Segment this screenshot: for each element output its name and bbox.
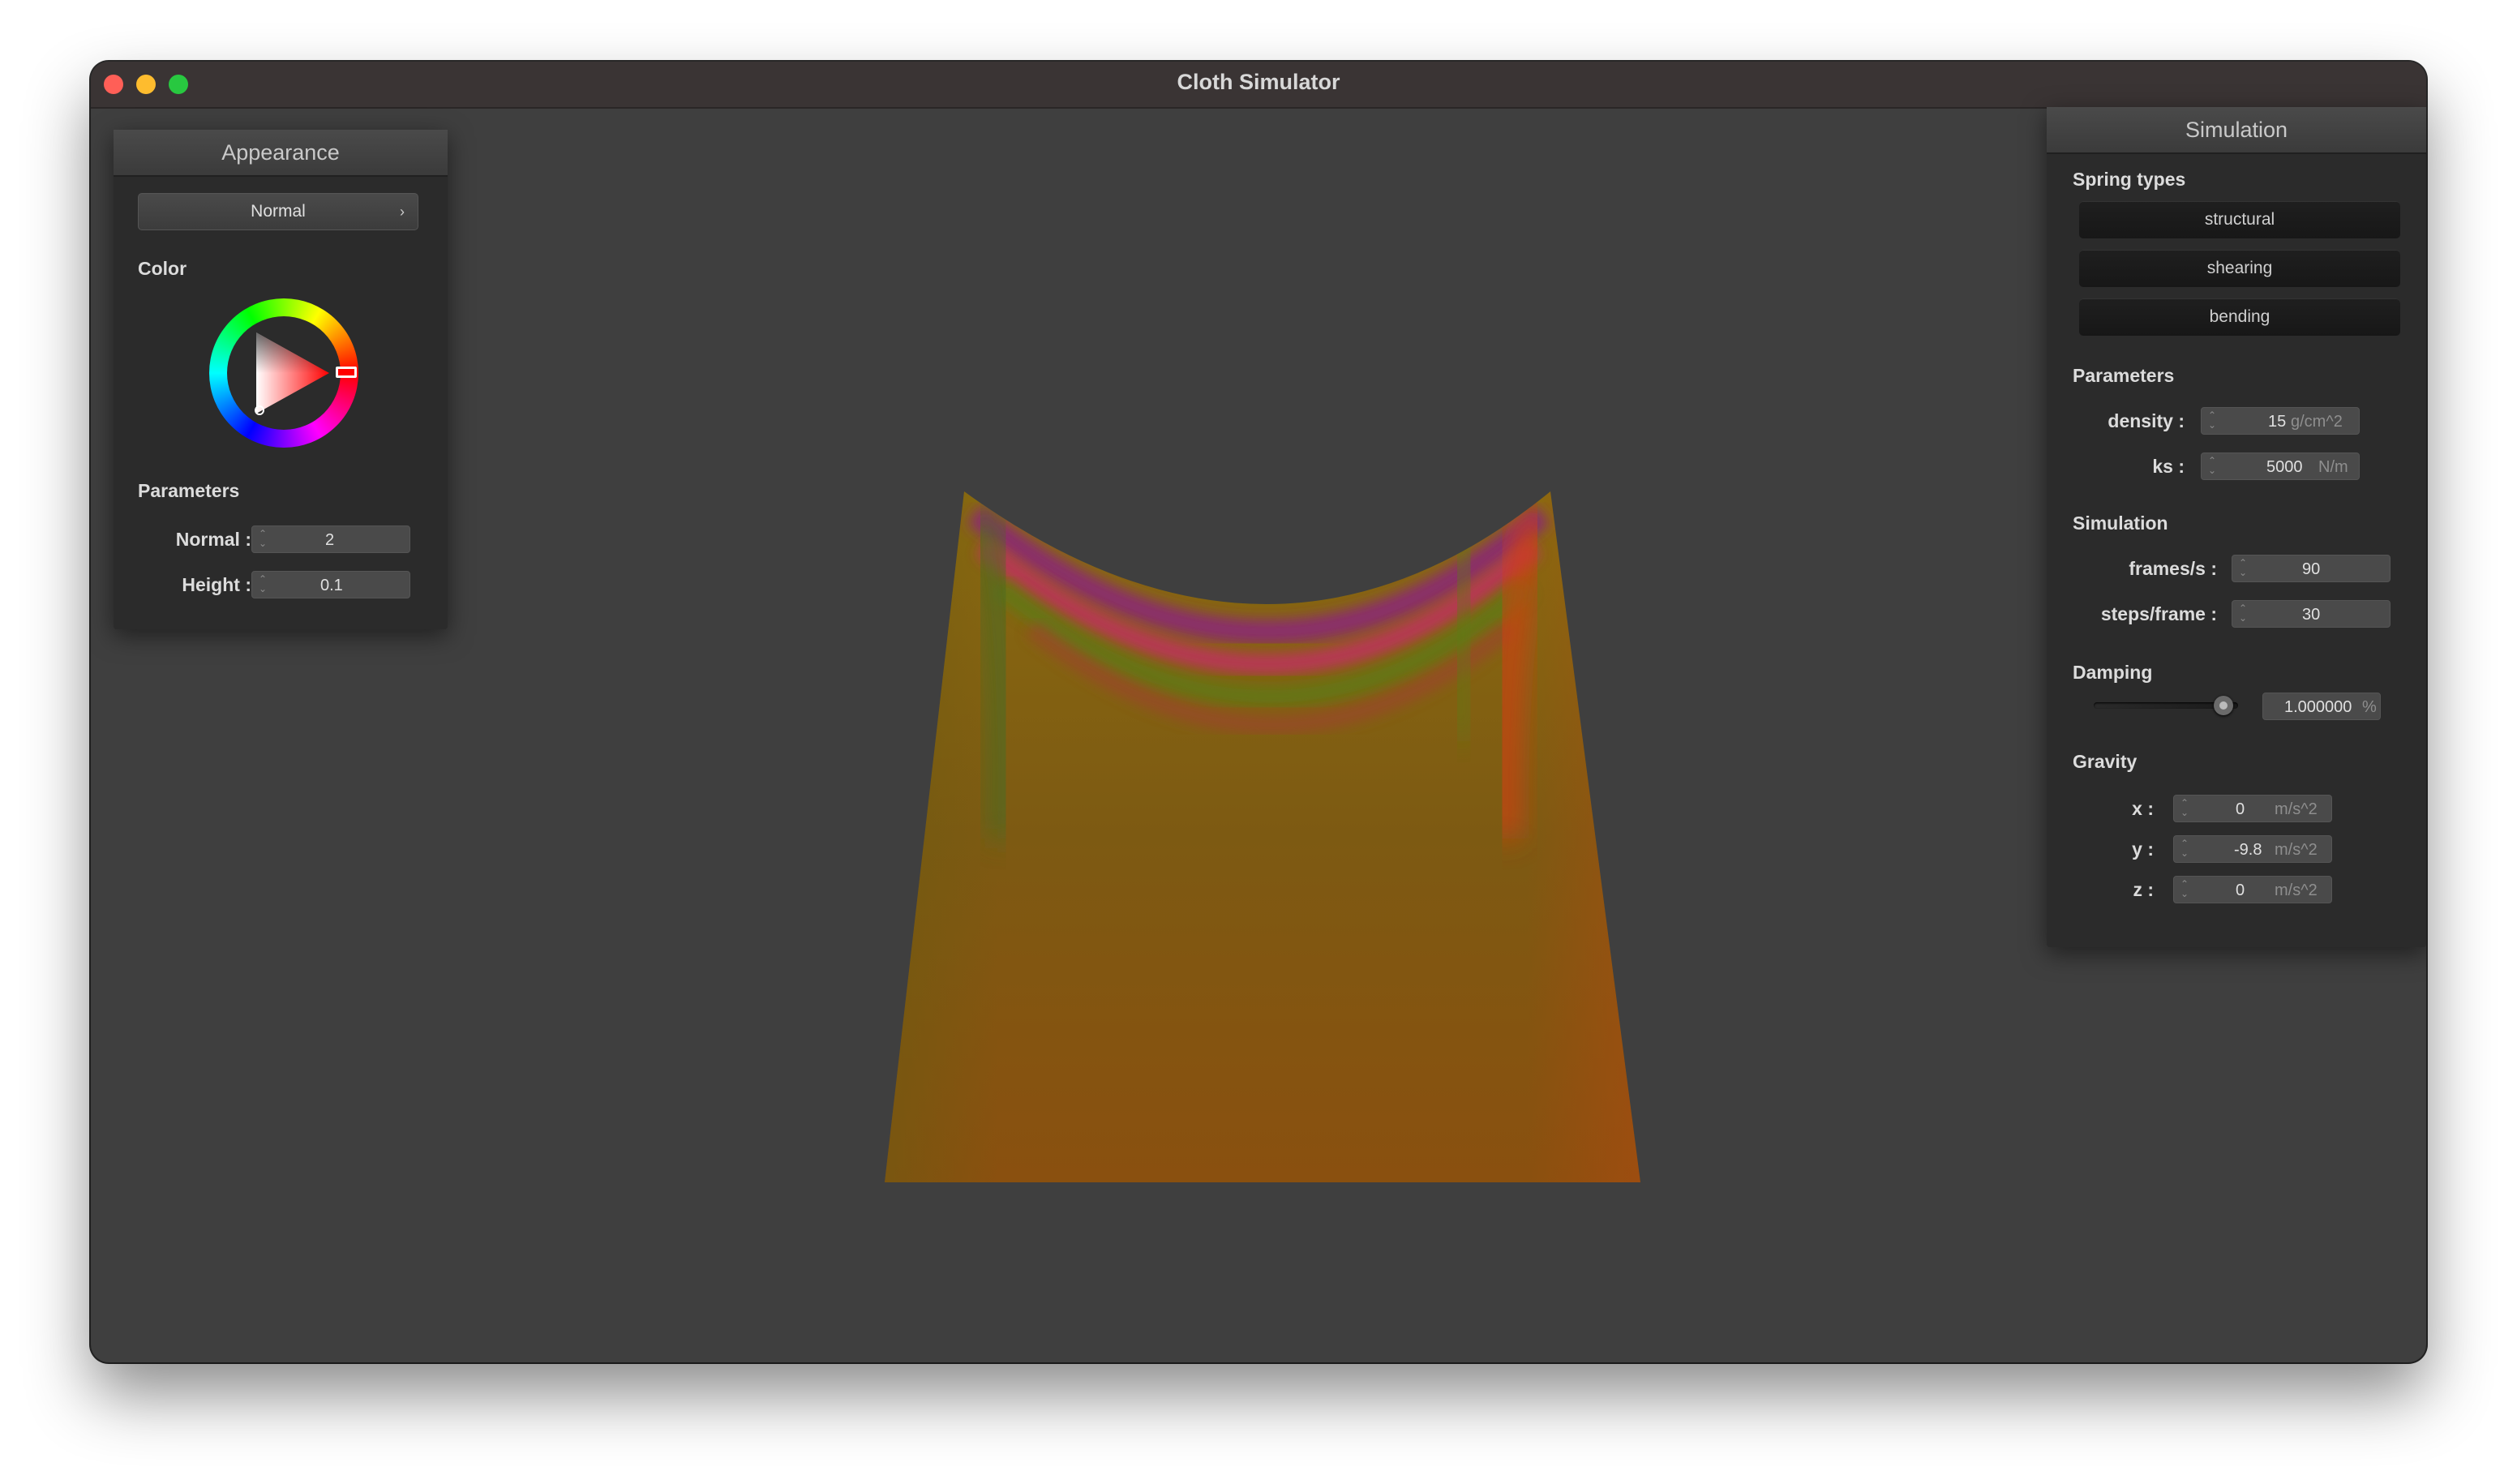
height-label: Height : (182, 574, 251, 595)
gravity-z-input[interactable]: ⌃ ⌄ 0 m/s^2 (2173, 876, 2332, 903)
gravity-x-label: x : (2132, 798, 2154, 819)
ks-unit: N/m (2318, 458, 2348, 476)
hue-handle[interactable] (336, 367, 357, 378)
ks-label: ks : (2152, 456, 2185, 477)
stepper-icon[interactable]: ⌃ ⌄ (2179, 879, 2190, 900)
color-label: Color (138, 258, 187, 279)
spring-types-label: Spring types (2073, 169, 2186, 190)
sim-parameters-label: Parameters (2073, 365, 2175, 386)
gravity-y-unit: m/s^2 (2275, 841, 2318, 859)
title-bar: Cloth Simulator (91, 62, 2426, 109)
gravity-x-unit: m/s^2 (2275, 800, 2318, 818)
simulation-header[interactable]: Simulation (2047, 107, 2426, 154)
steps-label: steps/frame : (2100, 603, 2217, 624)
shearing-button[interactable]: shearing (2079, 250, 2400, 287)
damping-value: 1.000000 (2284, 698, 2352, 716)
shader-select[interactable]: Normal › (138, 193, 418, 230)
appearance-parameters-label: Parameters (138, 480, 240, 501)
stepper-icon[interactable]: ⌃ ⌄ (2206, 410, 2218, 431)
stepper-icon[interactable]: ⌃ ⌄ (257, 574, 268, 595)
gravity-z-label: z : (2133, 879, 2154, 900)
fps-value: 90 (2302, 560, 2321, 578)
simulation-section-label: Simulation (2073, 513, 2168, 534)
window-title: Cloth Simulator (1177, 70, 1340, 94)
ks-value: 5000 (2266, 458, 2303, 476)
gravity-y-value: -9.8 (2234, 841, 2262, 859)
chevron-right-icon: › (400, 204, 405, 220)
stepper-icon[interactable]: ⌃ ⌄ (2179, 798, 2190, 819)
damping-unit: % (2362, 698, 2377, 716)
stepper-icon[interactable]: ⌃ ⌄ (257, 529, 268, 550)
ks-input[interactable]: ⌃ ⌄ 5000 N/m (2201, 452, 2360, 480)
render-viewport[interactable]: Appearance Normal › Color Parameters Nor… (91, 107, 2426, 1362)
density-value: 15 (2268, 413, 2287, 431)
density-unit: g/cm^2 (2291, 413, 2343, 431)
gravity-y-label: y : (2132, 839, 2154, 860)
app-window: Cloth Simulator Appearance Normal › Colo… (91, 62, 2426, 1362)
normal-value: 2 (325, 531, 335, 549)
gravity-y-input[interactable]: ⌃ ⌄ -9.8 m/s^2 (2173, 835, 2332, 863)
gravity-z-unit: m/s^2 (2275, 881, 2318, 899)
appearance-panel: Appearance Normal › Color Parameters Nor… (114, 130, 448, 629)
shader-select-value: Normal (251, 202, 306, 221)
steps-value: 30 (2302, 606, 2321, 624)
gravity-x-value: 0 (2236, 800, 2245, 818)
height-value: 0.1 (320, 577, 343, 594)
simulation-panel: Simulation Spring types structural shear… (2047, 107, 2426, 947)
color-wheel[interactable] (209, 298, 358, 448)
fps-label: frames/s : (2129, 558, 2217, 579)
fps-input[interactable]: ⌃ ⌄ 90 (2232, 555, 2391, 582)
normal-input[interactable]: ⌃ ⌄ 2 (251, 525, 410, 553)
steps-input[interactable]: ⌃ ⌄ 30 (2232, 600, 2391, 628)
stepper-icon[interactable]: ⌃ ⌄ (2206, 456, 2218, 477)
bending-button[interactable]: bending (2079, 298, 2400, 336)
structural-button[interactable]: structural (2079, 201, 2400, 238)
density-label: density : (2108, 410, 2185, 431)
appearance-header[interactable]: Appearance (114, 130, 448, 177)
gravity-x-input[interactable]: ⌃ ⌄ 0 m/s^2 (2173, 795, 2332, 822)
damping-slider[interactable] (2094, 696, 2238, 715)
normal-label: Normal : (175, 529, 251, 550)
stepper-icon[interactable]: ⌃ ⌄ (2237, 603, 2249, 624)
damping-label: Damping (2073, 662, 2153, 683)
height-input[interactable]: ⌃ ⌄ 0.1 (251, 571, 410, 598)
damping-slider-knob[interactable] (2214, 696, 2234, 715)
stepper-icon[interactable]: ⌃ ⌄ (2179, 839, 2190, 860)
gravity-z-value: 0 (2236, 881, 2245, 899)
damping-input[interactable]: 1.000000 % (2262, 693, 2381, 720)
stepper-icon[interactable]: ⌃ ⌄ (2237, 558, 2249, 579)
gravity-label: Gravity (2073, 751, 2138, 772)
density-input[interactable]: ⌃ ⌄ 15 g/cm^2 (2201, 407, 2360, 435)
